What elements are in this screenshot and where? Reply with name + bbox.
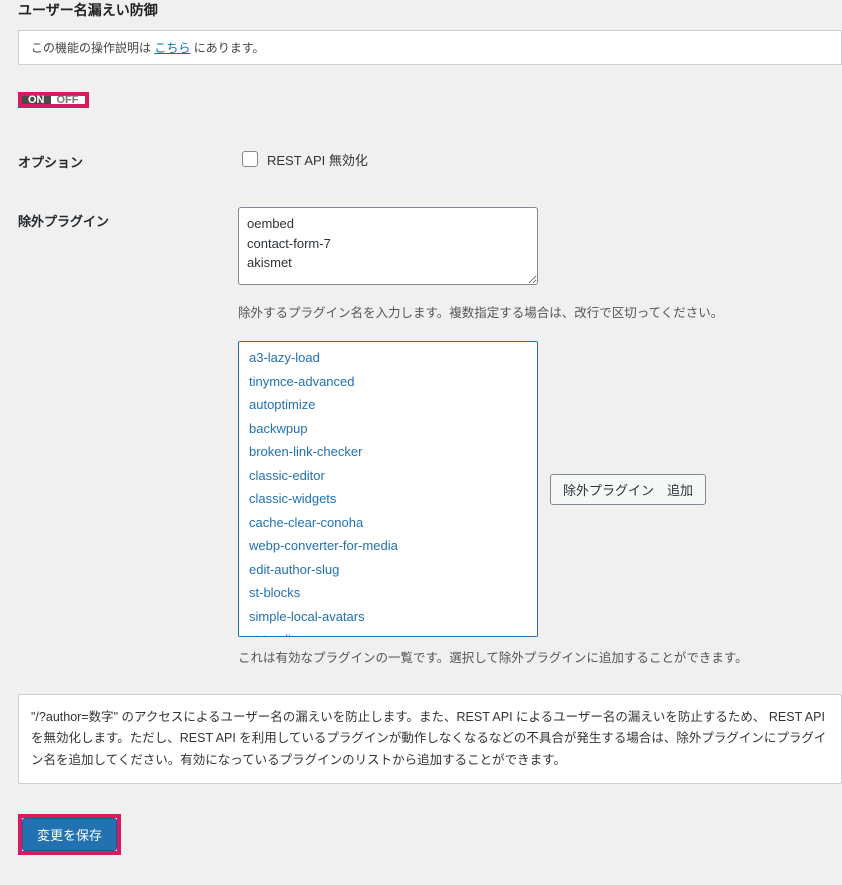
plugin-hint: これは有効なプラグインの一覧です。選択して除外プラグインに追加することができます… <box>238 647 842 666</box>
page-title: ユーザー名漏えい防御 <box>18 0 842 20</box>
exclude-hint: 除外するプラグイン名を入力します。複数指定する場合は、改行で区切ってください。 <box>238 302 842 321</box>
plugin-list-item[interactable]: autoptimize <box>239 393 537 417</box>
plugin-list-item[interactable]: webp-converter-for-media <box>239 534 537 558</box>
toggle-on: ON <box>22 96 51 104</box>
help-link[interactable]: こちら <box>154 41 190 55</box>
save-button-highlight: 変更を保存 <box>18 814 121 855</box>
plugin-list-item[interactable]: tinymce-advanced <box>239 370 537 394</box>
option-row: オプション REST API 無効化 <box>18 148 842 171</box>
plugin-list[interactable]: a3-lazy-loadtinymce-advancedautoptimizeb… <box>238 341 538 637</box>
rest-api-checkbox-text: REST API 無効化 <box>267 150 368 169</box>
exclude-textarea[interactable] <box>238 207 538 285</box>
plugin-list-item[interactable]: cache-clear-conoha <box>239 511 537 535</box>
rest-api-checkbox-label[interactable]: REST API 無効化 <box>238 148 842 170</box>
description-box: "/?author=数字" のアクセスによるユーザー名の漏えいを防止します。また… <box>18 694 842 784</box>
help-box: この機能の操作説明は こちら にあります。 <box>18 30 842 65</box>
exclude-label: 除外プラグイン <box>18 207 238 230</box>
plugin-list-item[interactable]: classic-widgets <box>239 487 537 511</box>
plugin-list-item[interactable]: st-toc-lite <box>239 628 537 637</box>
help-suffix: にあります。 <box>190 41 264 55</box>
plugin-list-item[interactable]: edit-author-slug <box>239 558 537 582</box>
rest-api-checkbox[interactable] <box>242 151 258 167</box>
help-prefix: この機能の操作説明は <box>31 41 154 55</box>
option-label: オプション <box>18 148 238 171</box>
add-exclude-plugin-button[interactable]: 除外プラグイン 追加 <box>550 474 706 505</box>
toggle-off: OFF <box>51 96 85 104</box>
onoff-toggle[interactable]: ON OFF <box>18 92 89 108</box>
plugin-list-item[interactable]: classic-editor <box>239 464 537 488</box>
plugin-list-item[interactable]: simple-local-avatars <box>239 605 537 629</box>
save-button[interactable]: 変更を保存 <box>22 818 117 851</box>
plugin-list-item[interactable]: st-blocks <box>239 581 537 605</box>
plugin-list-item[interactable]: a3-lazy-load <box>239 346 537 370</box>
plugin-list-item[interactable]: backwpup <box>239 417 537 441</box>
plugin-list-item[interactable]: broken-link-checker <box>239 440 537 464</box>
exclude-row: 除外プラグイン 除外するプラグイン名を入力します。複数指定する場合は、改行で区切… <box>18 207 842 666</box>
